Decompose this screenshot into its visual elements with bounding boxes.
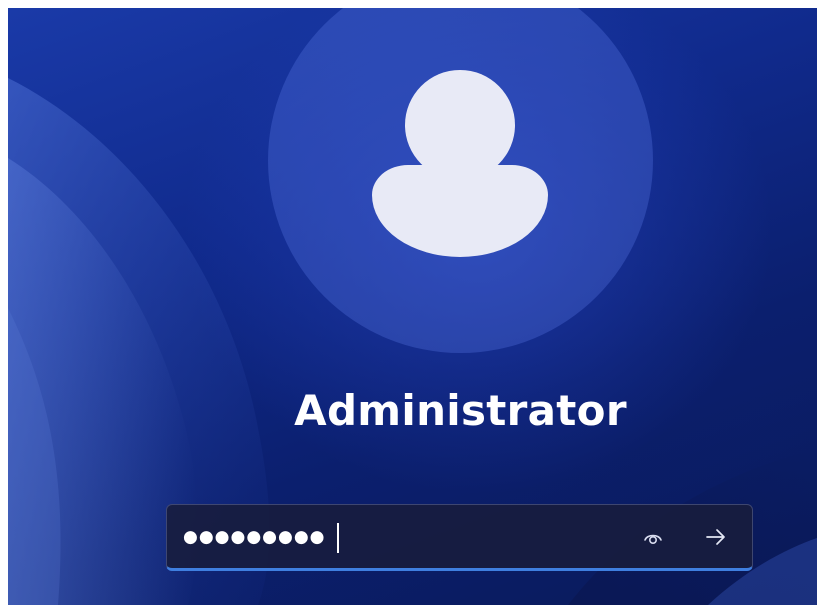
arrow-right-icon: [706, 529, 725, 545]
lock-screen: Administrator ●●●●●●●●●: [8, 8, 817, 605]
avatar-head-icon: [405, 70, 515, 180]
password-input[interactable]: ●●●●●●●●●: [166, 504, 753, 571]
reveal-password-button[interactable]: [637, 521, 669, 553]
eye-icon: [644, 534, 662, 545]
submit-button[interactable]: [699, 521, 733, 553]
user-name: Administrator: [294, 386, 627, 435]
password-value: ●●●●●●●●●: [183, 527, 326, 547]
text-caret: [337, 523, 339, 553]
